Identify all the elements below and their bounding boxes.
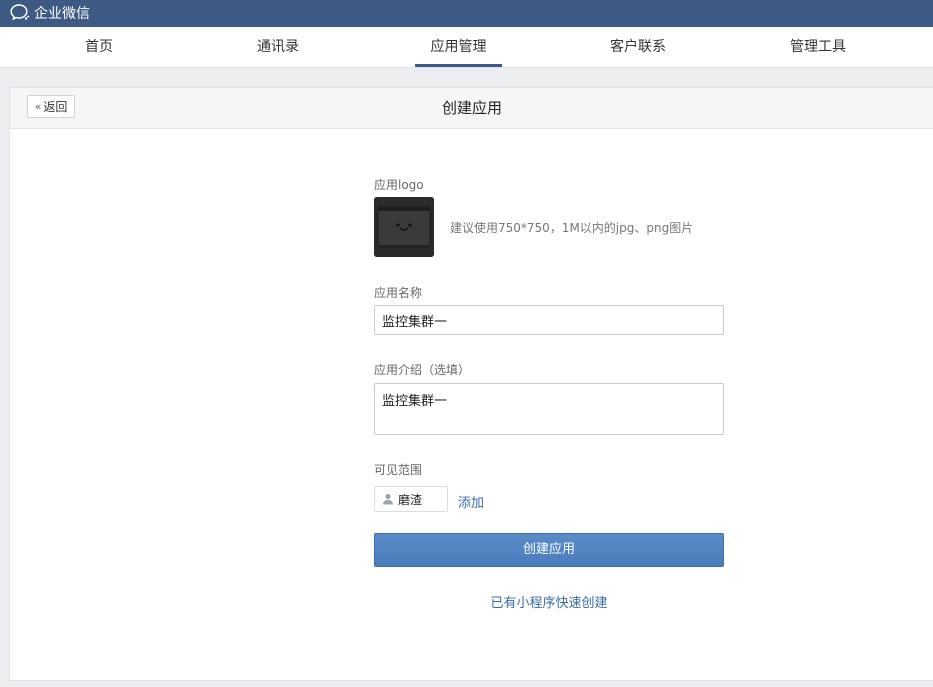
top-bar: 企业微信 — [0, 0, 933, 27]
user-icon — [383, 493, 393, 505]
tab-management-tools[interactable]: 管理工具 — [776, 27, 860, 67]
double-chevron-left-icon: « — [34, 100, 42, 113]
back-button[interactable]: « 返回 — [27, 95, 75, 118]
app-name-input[interactable] — [374, 305, 724, 335]
intro-label: 应用介绍（选填） — [374, 363, 471, 377]
tab-customer-contact[interactable]: 客户联系 — [597, 27, 679, 67]
tab-label: 客户联系 — [610, 39, 666, 55]
back-button-label: 返回 — [43, 100, 68, 114]
active-tab-indicator — [415, 64, 502, 67]
logo-label: 应用logo — [374, 178, 424, 192]
app-intro-textarea[interactable]: 监控集群一 — [374, 383, 724, 435]
wechat-work-icon — [10, 4, 30, 21]
panel-header: 创建应用 « 返回 — [10, 88, 933, 129]
tab-home[interactable]: 首页 — [64, 27, 134, 67]
page-title: 创建应用 — [441, 99, 502, 117]
main-nav: 首页 通讯录 应用管理 客户联系 管理工具 — [0, 27, 933, 68]
name-label: 应用名称 — [374, 286, 423, 300]
app-title: 企业微信 — [34, 6, 90, 22]
tab-label: 管理工具 — [790, 39, 846, 55]
tab-label: 通讯录 — [257, 39, 299, 55]
brand[interactable]: 企业微信 — [9, 2, 90, 24]
logo-hint: 建议使用750*750，1M以内的jpg、png图片 — [450, 221, 694, 235]
create-app-button[interactable]: 创建应用 — [374, 533, 724, 567]
tab-contacts[interactable]: 通讯录 — [243, 27, 313, 67]
app-logo-image — [374, 197, 434, 257]
tab-app-management[interactable]: 应用管理 — [415, 27, 502, 67]
visible-member-chip[interactable]: 磨渣 — [374, 486, 448, 512]
app-logo-upload[interactable] — [374, 197, 434, 257]
tab-label: 首页 — [85, 39, 113, 55]
member-name: 磨渣 — [398, 492, 423, 507]
visibility-label: 可见范围 — [374, 463, 423, 477]
miniprogram-quick-create-link[interactable]: 已有小程序快速创建 — [374, 592, 724, 611]
add-member-link[interactable]: 添加 — [458, 492, 484, 511]
tab-label: 应用管理 — [430, 39, 487, 55]
